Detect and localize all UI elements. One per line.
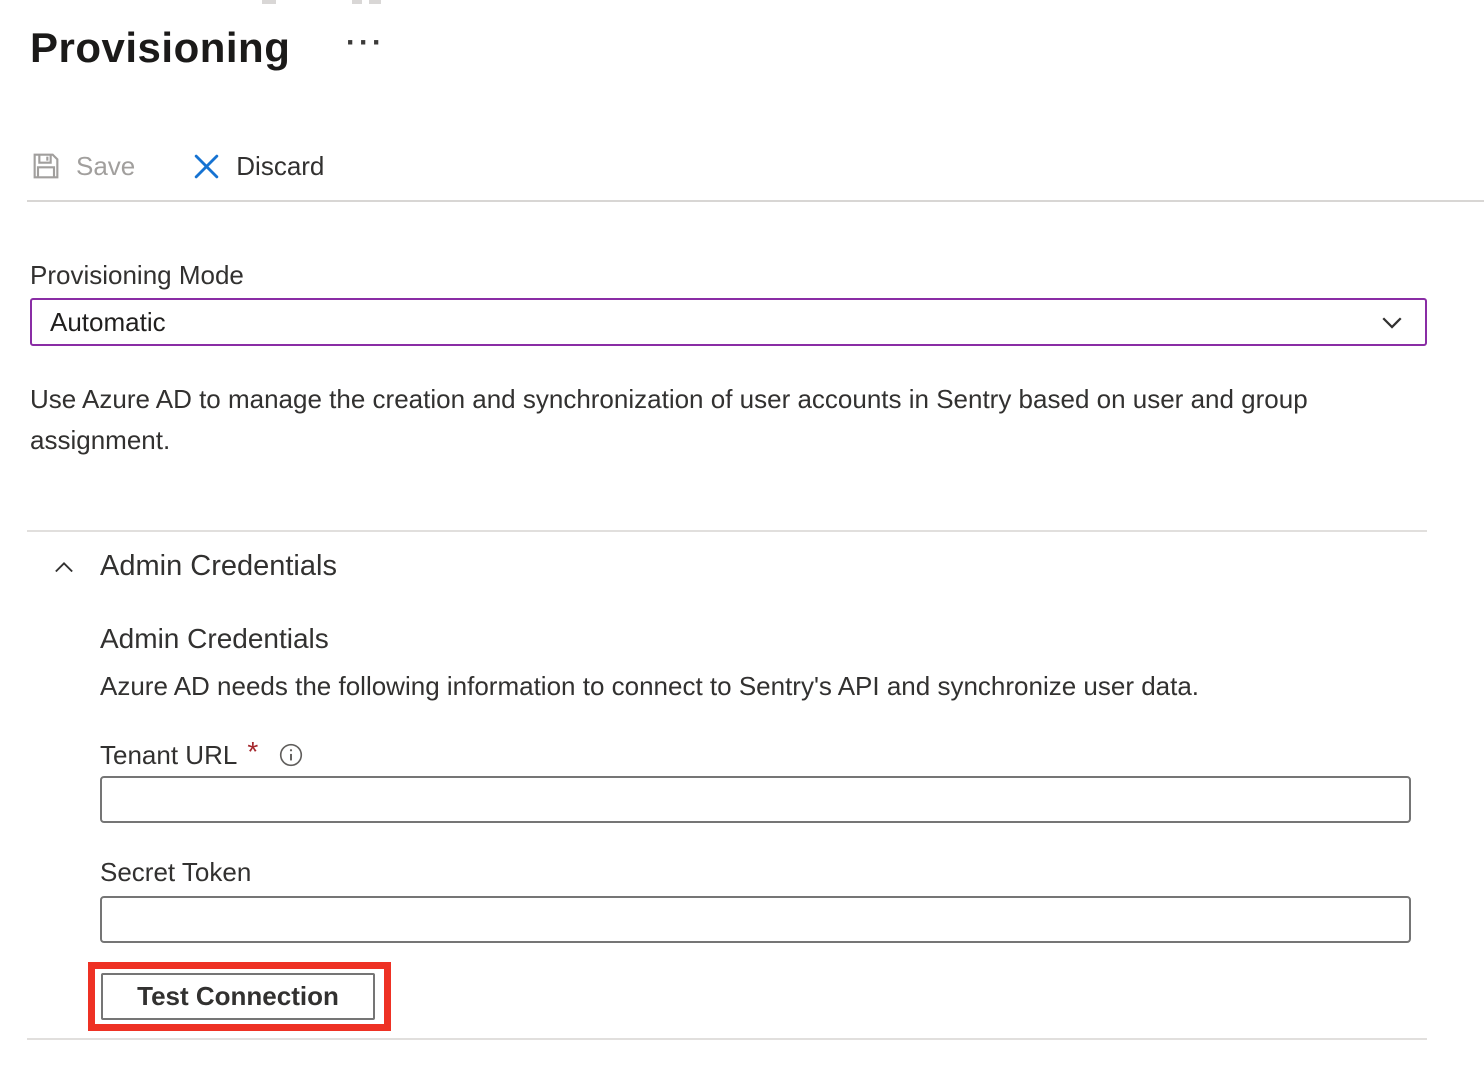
provisioning-mode-dropdown[interactable]: Automatic bbox=[30, 298, 1427, 346]
tenant-url-label: Tenant URL bbox=[100, 740, 237, 771]
clipped-text-fragment bbox=[262, 0, 276, 4]
tenant-url-input[interactable] bbox=[100, 776, 1411, 823]
save-button[interactable]: Save bbox=[30, 150, 135, 182]
close-icon bbox=[191, 151, 222, 182]
toolbar-divider bbox=[27, 200, 1484, 202]
page-title: Provisioning bbox=[30, 24, 290, 72]
discard-button[interactable]: Discard bbox=[191, 151, 324, 182]
test-connection-button[interactable]: Test Connection bbox=[101, 973, 375, 1020]
command-toolbar: Save Discard bbox=[30, 146, 324, 186]
provisioning-intro-text: Use Azure AD to manage the creation and … bbox=[30, 379, 1375, 461]
tenant-url-label-row: Tenant URL * bbox=[100, 739, 304, 771]
clipped-text-fragment bbox=[369, 0, 381, 4]
admin-credentials-subtitle: Admin Credentials bbox=[100, 623, 329, 655]
section-divider bbox=[27, 530, 1427, 532]
provisioning-mode-value: Automatic bbox=[50, 307, 1377, 338]
provisioning-page: Provisioning ··· Save Discard bbox=[0, 0, 1484, 1078]
chevron-up-icon[interactable] bbox=[50, 554, 78, 587]
admin-credentials-section-header[interactable]: Admin Credentials bbox=[100, 550, 337, 583]
admin-credentials-description: Azure AD needs the following information… bbox=[100, 671, 1199, 702]
secret-token-input[interactable] bbox=[100, 896, 1411, 943]
discard-label: Discard bbox=[236, 151, 324, 182]
info-icon[interactable] bbox=[278, 742, 304, 768]
secret-token-label: Secret Token bbox=[100, 857, 251, 888]
more-options-icon[interactable]: ··· bbox=[346, 26, 385, 60]
bottom-divider bbox=[27, 1038, 1427, 1040]
save-icon bbox=[30, 150, 62, 182]
provisioning-mode-label: Provisioning Mode bbox=[30, 260, 244, 291]
chevron-down-icon bbox=[1377, 307, 1407, 337]
clipped-text-fragment bbox=[352, 0, 362, 4]
save-label: Save bbox=[76, 151, 135, 182]
required-asterisk: * bbox=[247, 736, 258, 768]
